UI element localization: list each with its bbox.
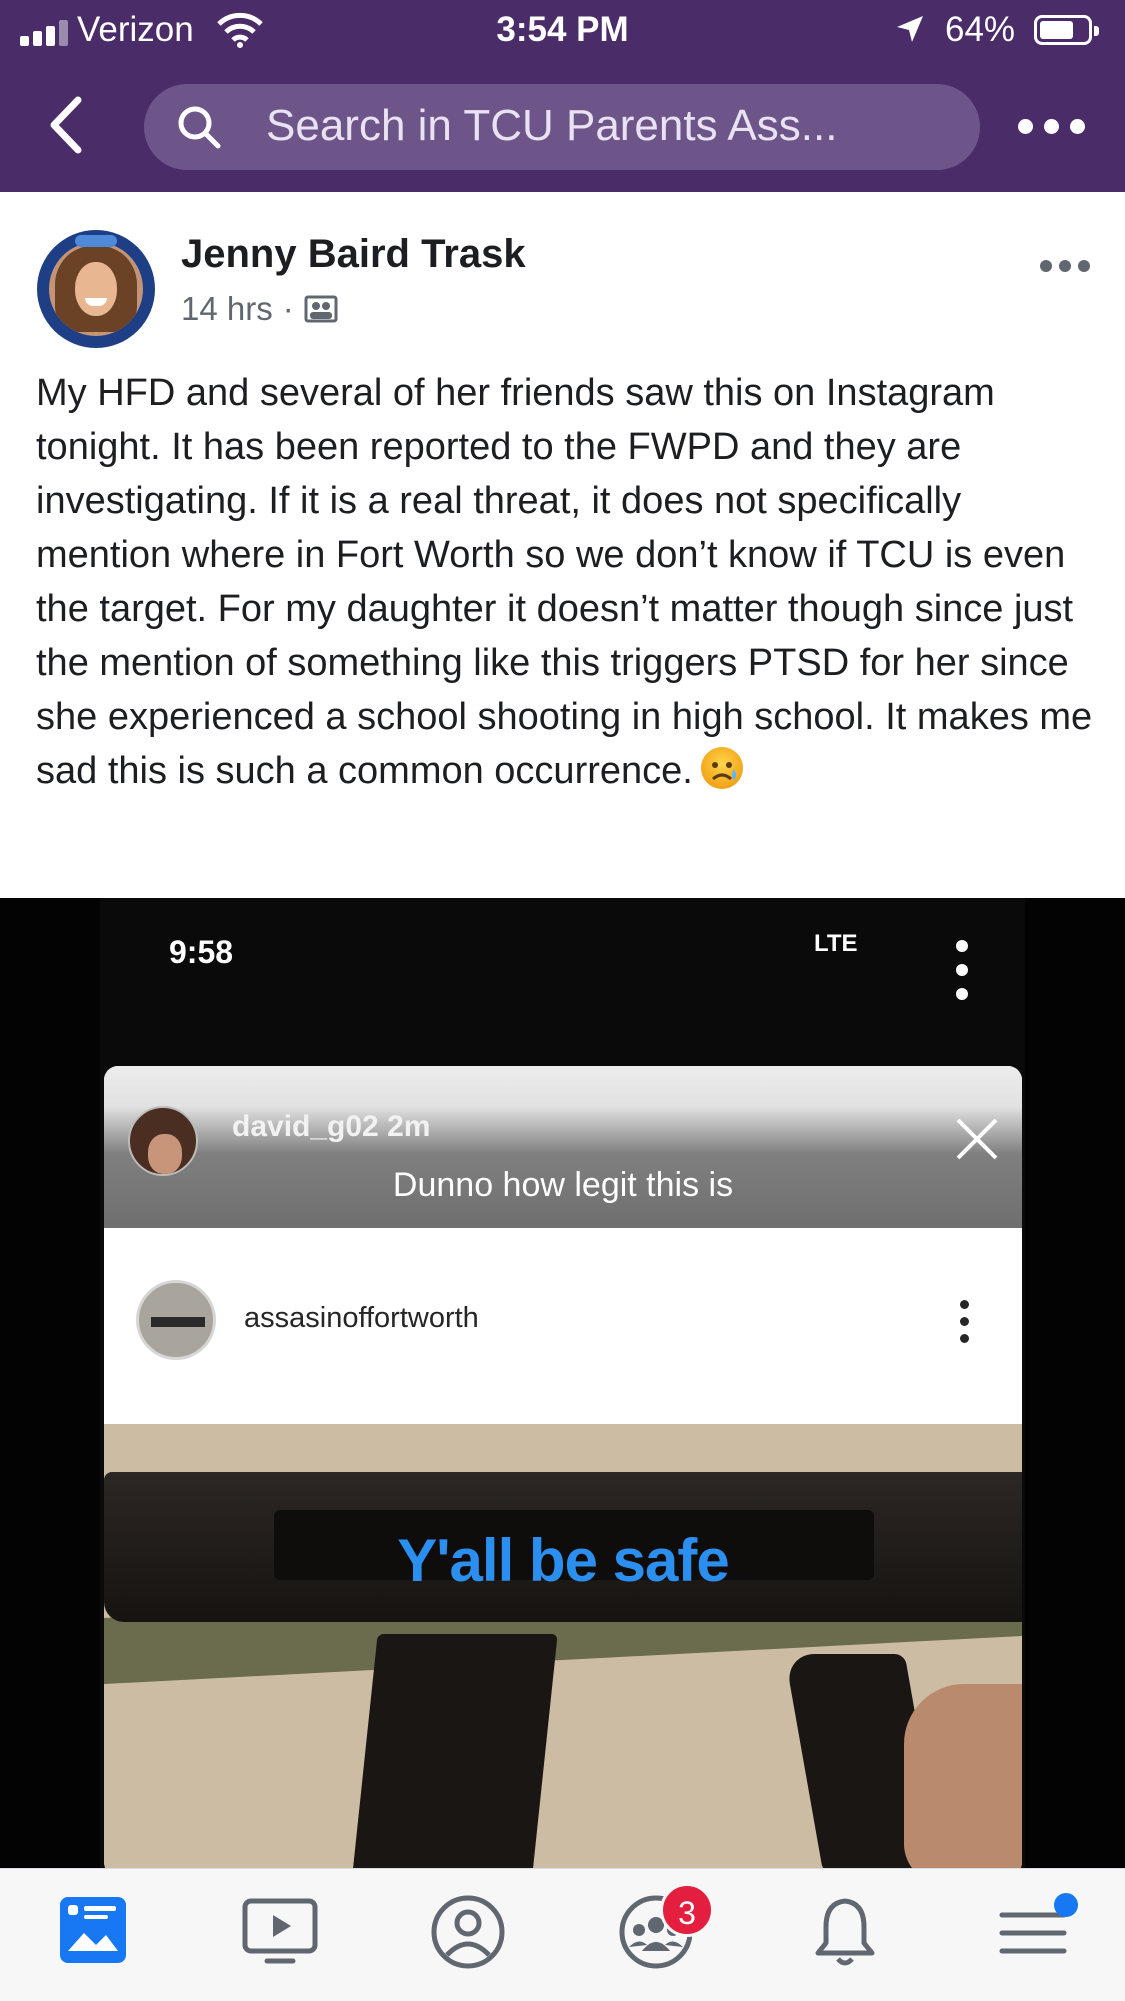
ig-username: assasinoffortworth	[244, 1302, 479, 1334]
location-arrow-icon	[897, 16, 923, 42]
battery-percent: 64%	[945, 10, 1016, 49]
search-icon	[178, 106, 221, 149]
watch-video-icon[interactable]	[237, 1889, 323, 1975]
groups-notification-badge: 3	[660, 1883, 714, 1937]
post-meta: 14 hrs ·	[181, 290, 338, 328]
ig-avatar	[136, 1280, 216, 1360]
group-audience-icon	[304, 295, 338, 323]
dm-message: Dunno how legit this is	[392, 1166, 734, 1204]
profile-icon[interactable]	[425, 1889, 511, 1975]
back-arrow-icon[interactable]	[44, 94, 90, 156]
top-bar: Verizon 3:54 PM 64% Search in TCU Parent…	[0, 0, 1125, 192]
status-bar: Verizon 3:54 PM 64%	[0, 0, 1125, 62]
author-avatar[interactable]	[37, 230, 155, 348]
sad-face-emoji-icon	[700, 747, 743, 789]
dm-username: david_g02 2m	[232, 1110, 431, 1143]
post-body: My HFD and several of her friends saw th…	[36, 366, 1096, 798]
author-name[interactable]: Jenny Baird Trask	[181, 232, 526, 277]
image-overlay-text: Y'all be safe	[397, 1527, 729, 1594]
search-field[interactable]: Search in TCU Parents Ass...	[144, 84, 980, 170]
news-feed-icon[interactable]	[50, 1889, 136, 1975]
phone-network: LTE	[814, 930, 858, 957]
more-options-icon[interactable]	[1018, 116, 1086, 138]
phone-time: 9:58	[169, 934, 234, 970]
close-icon	[956, 1118, 998, 1160]
photo-border-right	[1025, 898, 1125, 1868]
bottom-tab-bar: 3	[0, 1868, 1125, 2001]
post-more-options-icon[interactable]	[1040, 260, 1090, 274]
post-text: My HFD and several of her friends saw th…	[36, 372, 1093, 792]
post-photo[interactable]: 9:58 LTE david_g02 2m Dunno how legit th…	[0, 898, 1125, 1868]
instagram-dm-card: david_g02 2m Dunno how legit this is ass…	[104, 1066, 1022, 1868]
facebook-app: Verizon 3:54 PM 64% Search in TCU Parent…	[0, 0, 1125, 2001]
post-header: Jenny Baird Trask 14 hrs ·	[0, 192, 1125, 362]
instagram-post-header: assasinoffortworth	[104, 1228, 1022, 1424]
photo-border-left	[0, 898, 100, 1868]
meta-separator: ·	[282, 290, 294, 327]
menu-notification-dot	[1054, 1893, 1078, 1917]
phone-menu-dots-icon	[956, 940, 970, 1006]
screenshot-image: 9:58 LTE david_g02 2m Dunno how legit th…	[100, 898, 1025, 1868]
instagram-image: Y'all be safe	[104, 1424, 1022, 1868]
search-placeholder: Search in TCU Parents Ass...	[266, 101, 838, 150]
ig-more-icon	[960, 1300, 970, 1344]
dm-header: david_g02 2m Dunno how legit this is	[104, 1066, 1022, 1228]
notifications-bell-icon[interactable]	[802, 1889, 888, 1975]
battery-icon	[1034, 15, 1099, 45]
post-time[interactable]: 14 hrs	[181, 290, 273, 328]
